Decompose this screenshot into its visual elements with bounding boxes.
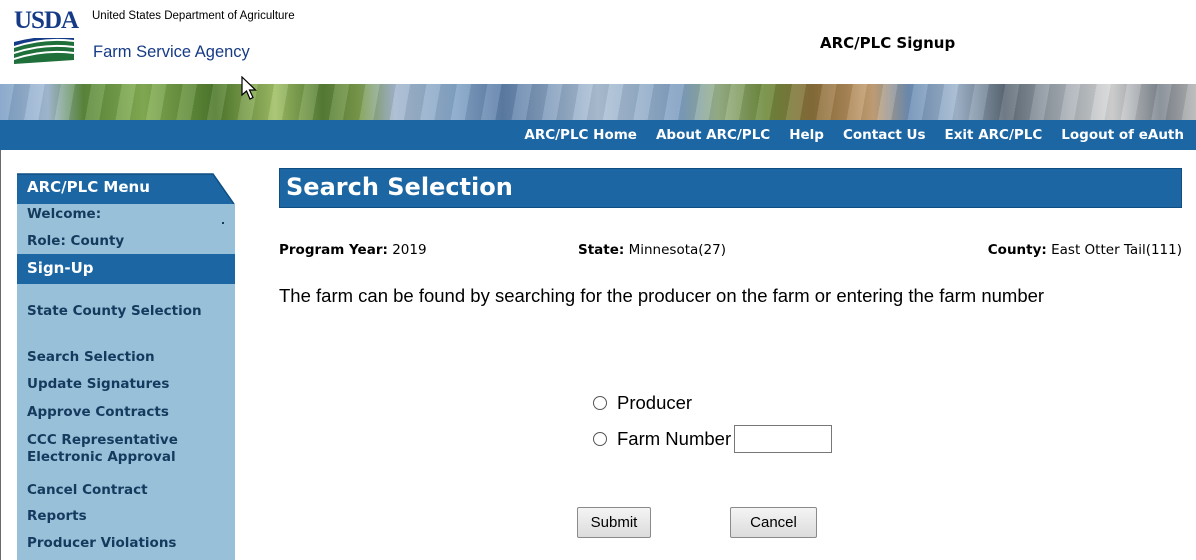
app-title: ARC/PLC Signup [820, 34, 956, 52]
state-value: Minnesota(27) [628, 242, 726, 258]
sidebar-item-producer-violations[interactable]: Producer Violations [27, 535, 232, 552]
signup-section-title: Sign-Up [27, 259, 94, 277]
farm-number-option[interactable]: Farm Number [593, 425, 833, 453]
nav-arc-plc-home[interactable]: ARC/PLC Home [524, 127, 637, 143]
signup-section-header: Sign-Up [17, 254, 235, 284]
state-label: State: [578, 242, 625, 258]
sidebar-item-search-selection[interactable]: Search Selection [27, 349, 232, 366]
page-heading-bar: Search Selection [279, 168, 1182, 208]
search-instructions: The farm can be found by searching for t… [279, 285, 1045, 306]
nav-exit-arc-plc[interactable]: Exit ARC/PLC [944, 127, 1042, 143]
county-label: County: [987, 242, 1047, 258]
sidebar-item-cancel-contract[interactable]: Cancel Contract [27, 482, 232, 499]
agency-name: Farm Service Agency [93, 43, 250, 61]
sidebar-menu-header: ARC/PLC Menu [17, 172, 235, 204]
county-value: East Otter Tail(111) [1051, 242, 1182, 258]
sidebar-item-ccc-representative-approval[interactable]: CCC Representative Electronic Approval [27, 432, 217, 466]
producer-radio[interactable] [593, 396, 607, 410]
top-nav-bar: ARC/PLC Home About ARC/PLC Help Contact … [0, 120, 1196, 150]
producer-label: Producer [617, 392, 693, 413]
program-year-value: 2019 [392, 242, 427, 258]
department-name: United States Department of Agriculture [92, 10, 295, 22]
producer-option[interactable]: Producer [593, 392, 692, 414]
sidebar: ARC/PLC Menu Welcome: Role: County Sign-… [17, 172, 235, 560]
sidebar-item-state-county-selection[interactable]: State County Selection [27, 303, 232, 320]
photo-banner [0, 84, 1196, 120]
welcome-text: Welcome: [27, 206, 102, 222]
top-nav-links: ARC/PLC Home About ARC/PLC Help Contact … [505, 120, 1184, 150]
nav-about-arc-plc[interactable]: About ARC/PLC [656, 127, 770, 143]
usda-logo-text: USDA [14, 7, 79, 34]
submit-button[interactable]: Submit [577, 507, 651, 538]
site-header: USDA United States Department of Agricul… [0, 0, 1196, 84]
sidebar-panel: Welcome: Role: County Sign-Up State Coun… [17, 204, 235, 560]
usda-swoosh-icon [14, 38, 74, 64]
sidebar-item-approve-contracts[interactable]: Approve Contracts [27, 404, 232, 421]
nav-contact-us[interactable]: Contact Us [843, 127, 926, 143]
page-title: Search Selection [286, 173, 513, 201]
county-info: County: East Otter Tail(111) [988, 242, 1182, 258]
nav-logout-eauth[interactable]: Logout of eAuth [1061, 127, 1184, 143]
banner-texture [0, 84, 1196, 120]
sidebar-menu-title: ARC/PLC Menu [27, 178, 150, 196]
cancel-button[interactable]: Cancel [730, 507, 817, 538]
sidebar-item-update-signatures[interactable]: Update Signatures [27, 376, 232, 393]
sidebar-dot [222, 222, 224, 224]
program-year-label: Program Year: [279, 242, 388, 258]
farm-number-radio[interactable] [593, 432, 607, 446]
nav-help[interactable]: Help [789, 127, 824, 143]
program-year: Program Year: 2019 [279, 242, 427, 258]
sidebar-item-reports[interactable]: Reports [27, 508, 232, 525]
farm-number-input[interactable] [734, 425, 833, 453]
usda-logo[interactable]: USDA [14, 8, 79, 64]
farm-number-label: Farm Number [617, 428, 732, 449]
role-text: Role: County [27, 233, 125, 249]
state-info: State: Minnesota(27) [578, 242, 726, 258]
mouse-cursor-icon [241, 76, 257, 100]
